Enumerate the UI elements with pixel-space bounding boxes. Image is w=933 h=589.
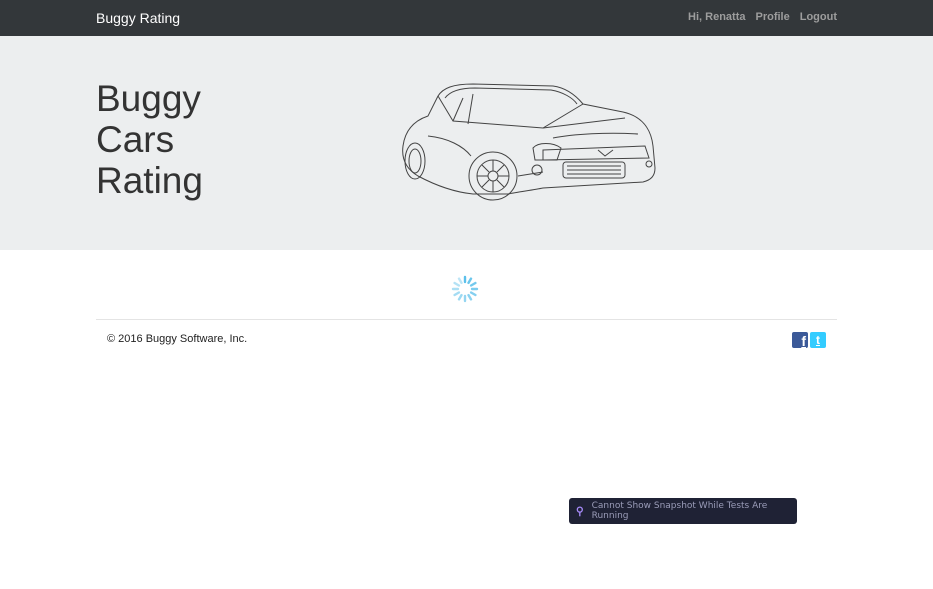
car-illustration [402, 83, 656, 201]
top-navbar: Buggy Rating Hi, Renatta Profile Logout [0, 0, 933, 36]
pin-icon [576, 505, 583, 516]
logout-link[interactable]: Logout [800, 11, 837, 23]
footer-copyright: © 2016 Buggy Software, Inc. [107, 333, 248, 345]
loading-spinner-icon [451, 275, 479, 303]
hero-title: Buggy Cars Rating [96, 78, 203, 201]
brand-link[interactable]: Buggy Rating [96, 10, 180, 26]
twitter-icon[interactable]: t [810, 332, 826, 348]
social-links: f t [792, 332, 826, 348]
nav-right: Hi, Renatta Profile Logout [688, 11, 837, 23]
profile-link[interactable]: Profile [756, 11, 790, 23]
user-greeting: Hi, Renatta [688, 11, 746, 23]
hero-jumbotron: Buggy Cars Rating [0, 36, 933, 250]
footer-divider [96, 319, 837, 320]
snapshot-toast: Cannot Show Snapshot While Tests Are Run… [569, 498, 797, 524]
facebook-icon[interactable]: f [792, 332, 808, 348]
toast-message: Cannot Show Snapshot While Tests Are Run… [591, 501, 768, 521]
